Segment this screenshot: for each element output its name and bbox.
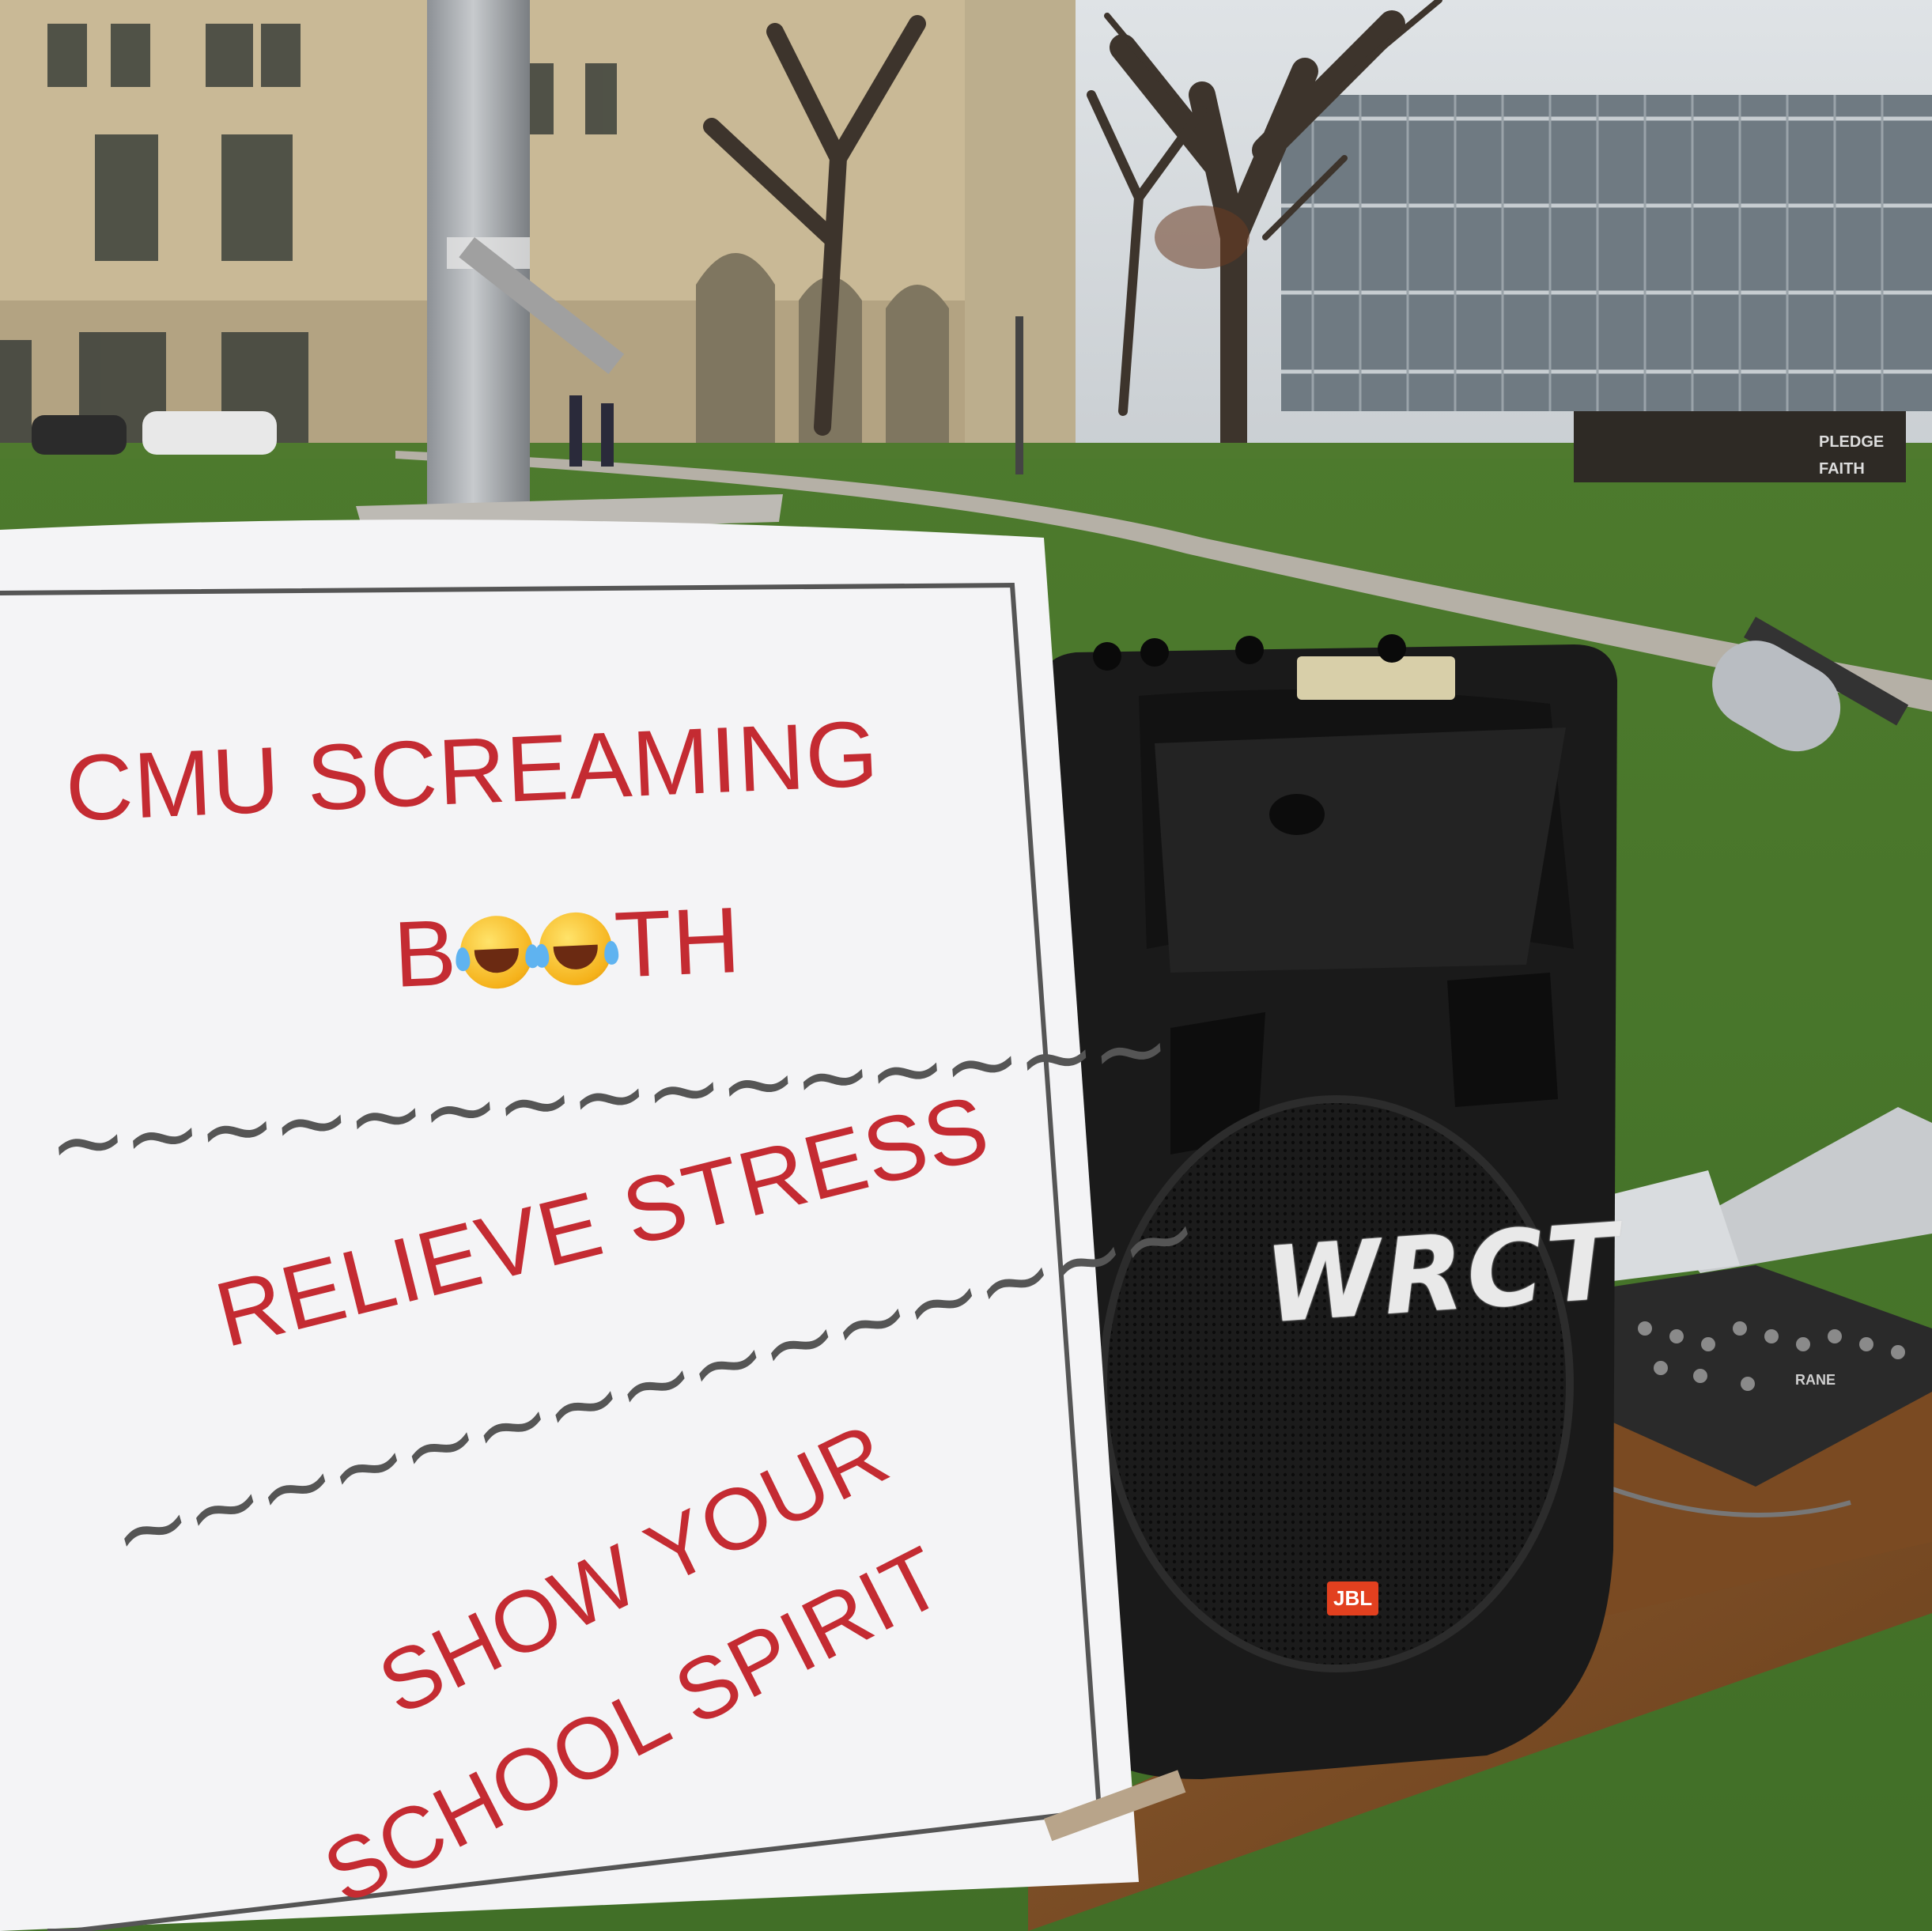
faith-text: FAITH bbox=[1819, 460, 1865, 478]
face-with-tears-of-joy-icon bbox=[458, 914, 535, 991]
face-with-tears-of-joy-icon bbox=[537, 910, 614, 987]
car bbox=[142, 411, 277, 455]
sign-title-line2: B TH bbox=[391, 886, 743, 1009]
scene-drawing bbox=[0, 0, 1932, 1931]
photo-scene: PLEDGE FAITH CMU SCREAMING B TH ~~~~~~~~~… bbox=[0, 0, 1932, 1931]
rane-logo: RANE bbox=[1795, 1372, 1836, 1388]
pledge-text: PLEDGE bbox=[1819, 433, 1885, 451]
glass-building bbox=[1281, 95, 1932, 411]
sign-title-b: B bbox=[391, 900, 459, 1007]
jbl-logo: JBL bbox=[1327, 1581, 1379, 1615]
stone-building bbox=[0, 0, 1076, 451]
sign-title-th: TH bbox=[612, 887, 743, 998]
wrct-logo: WRCT bbox=[1261, 1200, 1625, 1347]
